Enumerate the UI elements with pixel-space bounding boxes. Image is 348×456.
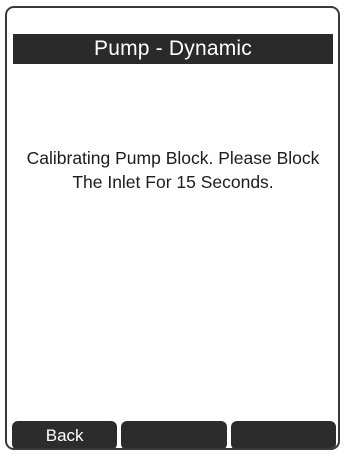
- message-line-1: Calibrating Pump Block. Please Block: [26, 148, 320, 168]
- calibration-message: Calibrating Pump Block. Please Block The…: [13, 146, 333, 194]
- middle-softkey[interactable]: [121, 421, 227, 448]
- device-screen: Pump - Dynamic Calibrating Pump Block. P…: [5, 6, 340, 450]
- screen-title: Pump - Dynamic: [13, 34, 333, 64]
- message-line-2: The Inlet For 15 Seconds.: [72, 172, 274, 192]
- back-softkey[interactable]: Back: [12, 421, 118, 448]
- right-softkey[interactable]: [230, 421, 336, 448]
- softkey-bar: Back: [12, 421, 336, 448]
